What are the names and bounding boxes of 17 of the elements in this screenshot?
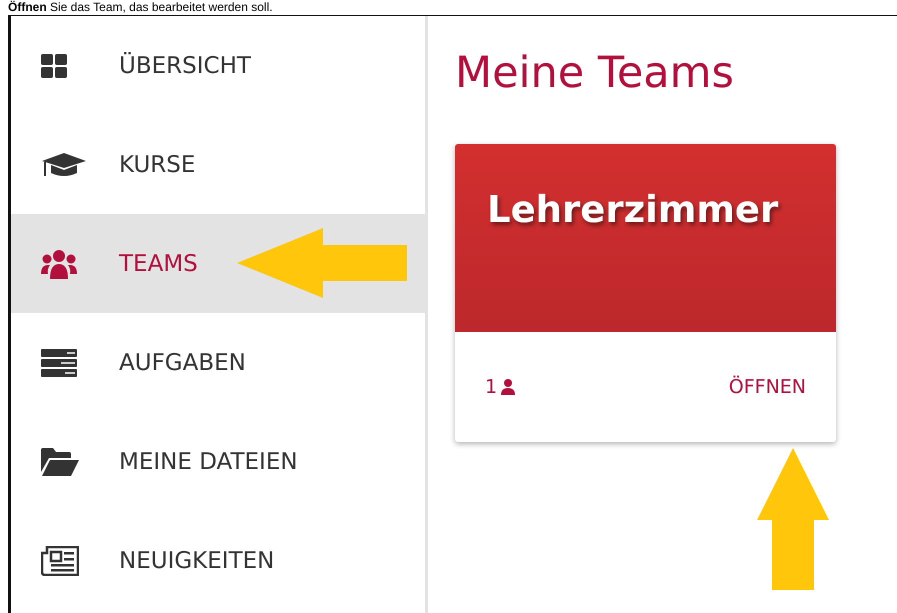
graduation-cap-icon [41,150,87,178]
sidebar-item[interactable]: AUFGABEN [11,313,425,412]
instruction-text: Öffnen Sie das Team, das bearbeitet werden soll. [7,0,274,15]
sidebar-item[interactable]: ÜBERSICHT [11,16,425,115]
grid-icon [41,54,67,78]
member-count: 1 [485,376,498,398]
page-title: Meine Teams [455,48,735,98]
sidebar-item[interactable]: MEINE DATEIEN [11,412,425,511]
sidebar-item[interactable]: NEUIGKEITEN [11,511,425,610]
sidebar-item[interactable]: KURSE [11,115,425,214]
stacked-bars-icon [41,348,77,376]
person-icon [501,379,516,395]
open-link[interactable]: ÖFFNEN [728,376,806,398]
newspaper-icon [41,546,79,576]
people-group-icon [41,248,77,278]
open-folder-icon [41,448,79,476]
team-name: Lehrerzimmer [487,188,778,231]
